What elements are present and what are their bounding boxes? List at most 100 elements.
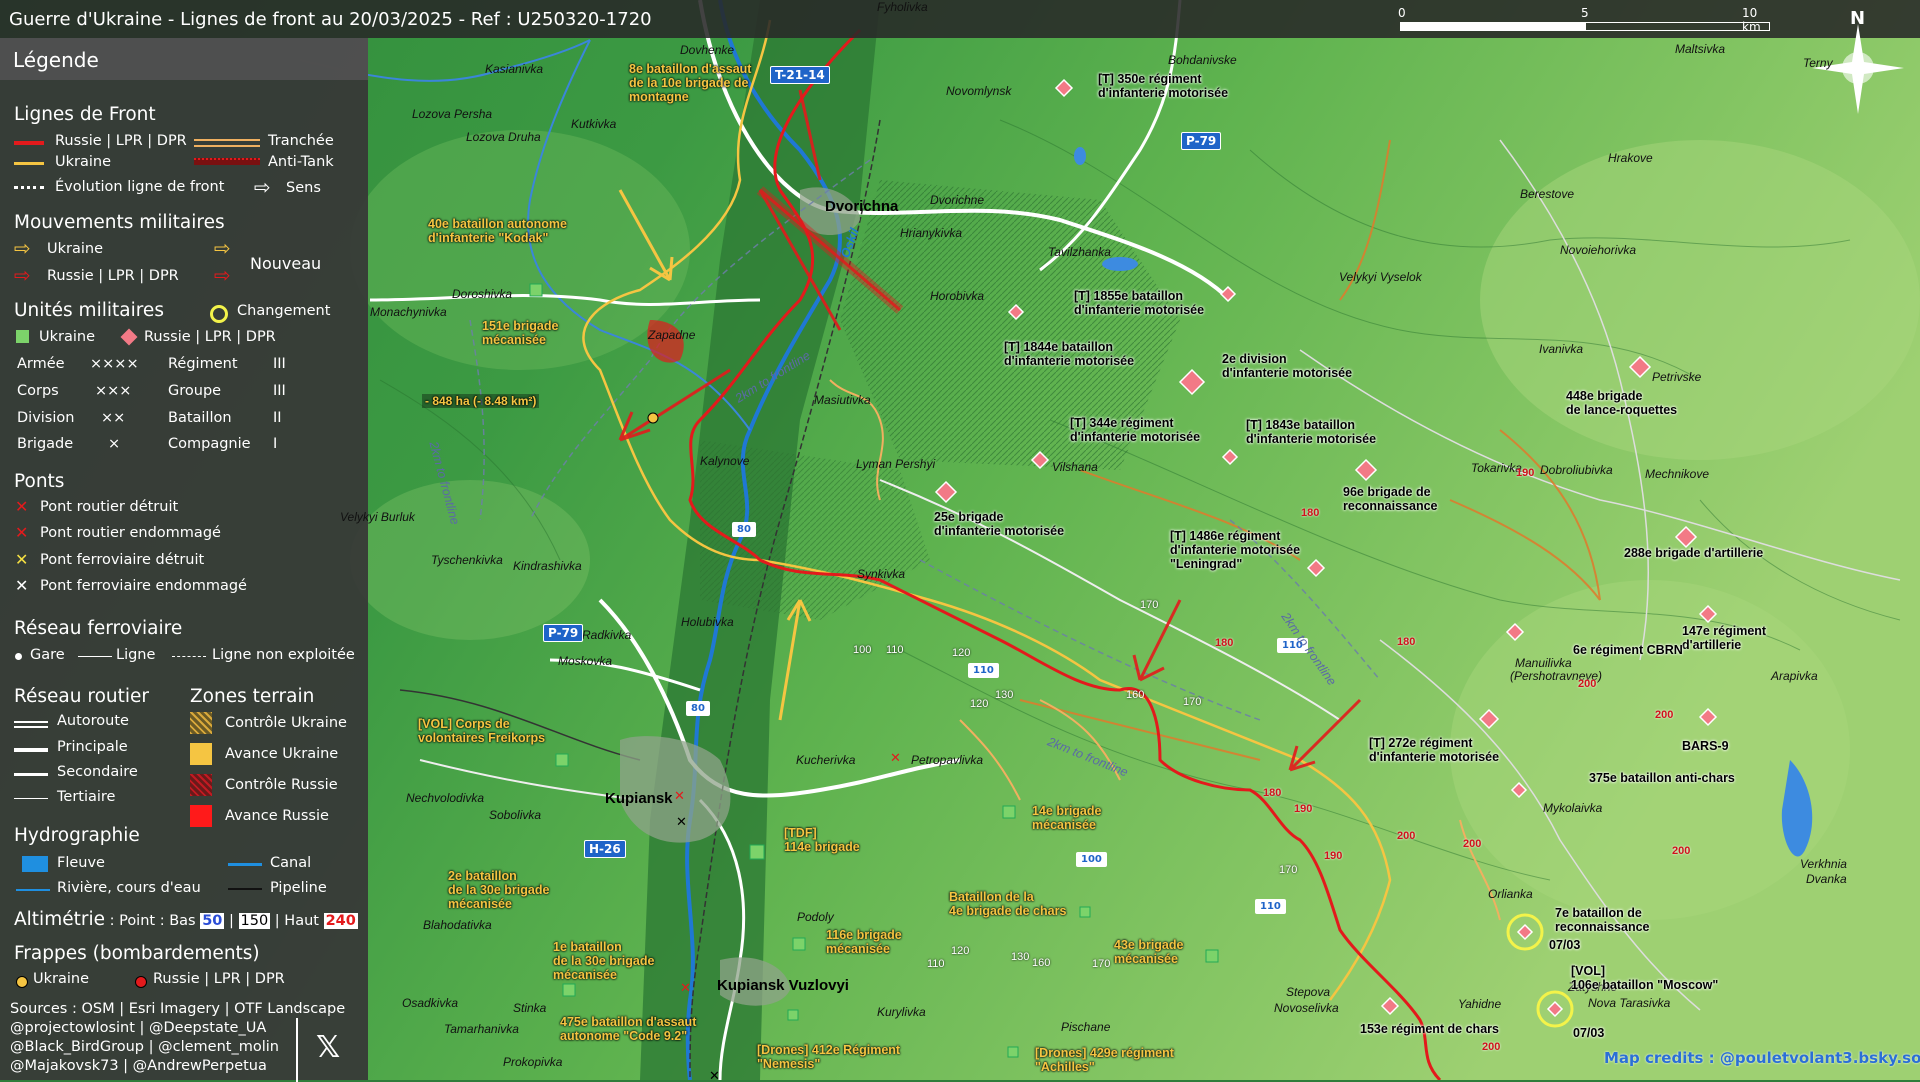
station-dot-icon bbox=[15, 653, 22, 660]
road-bridge-destroyed-icon: ✕ bbox=[15, 497, 29, 516]
village-label-14: Hrianykivka bbox=[900, 226, 963, 240]
unit-size-group: Groupe bbox=[168, 383, 222, 399]
ukraine-strike-label: Ukraine bbox=[33, 971, 89, 987]
rail-bridge-destroyed-icon: ✕ bbox=[15, 550, 29, 569]
town-label-1: Kupiansk bbox=[605, 790, 673, 807]
ukraine-move-arrow-icon: ⇨ bbox=[14, 236, 31, 260]
unit-size-group-symbol: III bbox=[273, 383, 286, 399]
village-label-16: Velykyi Vyselok bbox=[1339, 270, 1422, 284]
new-ukraine-arrow-icon: ⇨ bbox=[214, 236, 231, 260]
village-label-49: Stinka bbox=[513, 1001, 547, 1015]
altimetry-text: : Point : Bas bbox=[109, 913, 196, 929]
rail-line-swatch bbox=[78, 656, 112, 657]
altimetry-sep1: | bbox=[229, 913, 234, 929]
legend-title: Légende bbox=[13, 48, 99, 72]
trench-label: Tranchée bbox=[268, 133, 334, 149]
village-label-28: Dobroliubivka bbox=[1540, 463, 1613, 477]
unit-size-regiment-symbol: III bbox=[273, 356, 286, 372]
village-label-26: Tokarivka bbox=[1471, 461, 1522, 475]
village-label-2: Kasianivka bbox=[485, 62, 544, 76]
russia-unit-label-16: 7e bataillon de reconnaissance bbox=[1555, 906, 1650, 934]
unit-size-brigade-symbol: × bbox=[108, 436, 121, 452]
village-label-31: Synkivka bbox=[857, 567, 906, 581]
spot-height-5: 200 bbox=[1655, 709, 1674, 721]
town-label-0: Dvorichna bbox=[825, 198, 899, 215]
russia-unit-label-4: [T] 344e régiment d'infanterie motorisée bbox=[1070, 416, 1201, 444]
zones-heading: Zones terrain bbox=[190, 686, 315, 707]
village-label-37: Arapivka bbox=[1771, 669, 1818, 683]
station-label: Gare bbox=[30, 647, 65, 663]
russia-unit-label-13: BARS-9 bbox=[1682, 739, 1729, 753]
russia-control-label: Contrôle Russie bbox=[225, 777, 338, 793]
change-label: Changement bbox=[237, 303, 331, 319]
village-label-12: Novoiehorivka bbox=[1560, 243, 1637, 257]
rail-bridge-destroyed-label: Pont ferroviaire détruit bbox=[40, 552, 205, 568]
ukraine-unit-label-10: [Drones] 429e régiment "Achilles" bbox=[1035, 1046, 1174, 1074]
stream-swatch bbox=[16, 889, 50, 891]
rail-unused-swatch bbox=[172, 656, 206, 657]
village-label-32: Holubivka bbox=[681, 615, 734, 629]
russia-unit-label-11: 147e régiment d'artillerie bbox=[1682, 624, 1767, 652]
legend-panel: Légende Lignes de Front Russie | LPR | D… bbox=[0, 38, 368, 1082]
lake bbox=[1074, 147, 1086, 165]
ukraine-unit-label-1: 40e bataillon autonome d'infanterie "Koda… bbox=[428, 217, 567, 245]
village-label-42: Mykolaivka bbox=[1543, 801, 1603, 815]
ukraine-control-swatch bbox=[190, 712, 212, 734]
spot-height-2: 180 bbox=[1215, 637, 1234, 649]
x-logo-icon[interactable]: 𝕏 bbox=[316, 1030, 340, 1065]
road-badge-t2114: T-21-14 bbox=[770, 66, 830, 84]
spot-height-4: 200 bbox=[1578, 678, 1597, 690]
bridges-heading: Ponts bbox=[14, 471, 65, 492]
lake bbox=[1102, 257, 1138, 271]
russia-line-label: Russie | LPR | DPR bbox=[55, 133, 187, 149]
village-label-50: Osadkivka bbox=[402, 996, 459, 1010]
ukraine-unit-label: Ukraine bbox=[39, 329, 95, 345]
source-line-1: Sources : OSM | Esri Imagery | OTF Lands… bbox=[10, 1001, 346, 1017]
spot-height-1: 180 bbox=[1301, 507, 1320, 519]
village-label-43: Orlianka bbox=[1488, 887, 1533, 901]
russia-move-arrow-icon: ⇨ bbox=[14, 263, 31, 287]
svg-text:✕: ✕ bbox=[676, 815, 687, 830]
ukraine-strike-marker bbox=[647, 412, 659, 424]
spot-height-10: 160 bbox=[1126, 689, 1145, 701]
village-label-29: Kindrashivka bbox=[513, 559, 582, 573]
village-label-51: Tamarhanivka bbox=[444, 1022, 519, 1036]
spot-height-23: 160 bbox=[1032, 957, 1051, 969]
spot-height-20: 130 bbox=[995, 689, 1014, 701]
unit-size-army: Armée bbox=[17, 356, 65, 372]
scale-bar: 0 5 10 km bbox=[1398, 6, 1770, 36]
spot-height-19: 120 bbox=[970, 698, 989, 710]
unit-size-battalion: Bataillon bbox=[168, 410, 232, 426]
unit-size-corps-symbol: ××× bbox=[95, 383, 132, 399]
village-label-7: Bohdanivske bbox=[1168, 53, 1237, 67]
ukraine-move-label: Ukraine bbox=[47, 241, 103, 257]
russia-unit-label-6: 25e brigade d'infanterie motorisée bbox=[934, 510, 1065, 538]
svg-text:✕: ✕ bbox=[890, 751, 901, 766]
village-label-44: Verkhnia bbox=[1800, 857, 1847, 871]
unit-size-company: Compagnie bbox=[168, 436, 251, 452]
village-label-58: Nova Tarasivka bbox=[1588, 996, 1671, 1010]
russia-strike-icon bbox=[135, 976, 147, 988]
new-russia-arrow-icon: ⇨ bbox=[214, 263, 231, 287]
spot-height-21: 120 bbox=[951, 945, 970, 957]
russia-unit-label: Russie | LPR | DPR bbox=[144, 329, 276, 345]
village-label-0: Fyholivka bbox=[877, 0, 928, 14]
ukraine-unit-label-13: 43e brigade mécanisée bbox=[1114, 938, 1184, 966]
village-label-38: Kucherivka bbox=[796, 753, 856, 767]
village-label-3: Lozova Persha bbox=[412, 107, 493, 121]
village-label-23: Kalynove bbox=[700, 454, 750, 468]
spot-height-22: 130 bbox=[1011, 951, 1030, 963]
scale-bar-track bbox=[1400, 22, 1770, 31]
change-date-0: 07/03 bbox=[1549, 938, 1581, 952]
ukraine-unit-label-11: 14e brigade mécanisée bbox=[1032, 804, 1102, 832]
village-label-10: Hrakove bbox=[1608, 151, 1653, 165]
altimetry-heading: Altimétrie bbox=[14, 909, 105, 930]
unit-size-division: Division bbox=[17, 410, 75, 426]
svg-text:✕: ✕ bbox=[674, 789, 685, 804]
unit-size-brigade: Brigade bbox=[17, 436, 74, 452]
ukraine-unit-label-2: 151e brigade mécanisée bbox=[482, 319, 559, 347]
change-date-1: 07/03 bbox=[1573, 1026, 1605, 1040]
spot-height-6: 200 bbox=[1463, 838, 1482, 850]
unit-size-battalion-symbol: II bbox=[273, 410, 282, 426]
scale-tick-5: 5 bbox=[1581, 6, 1589, 20]
